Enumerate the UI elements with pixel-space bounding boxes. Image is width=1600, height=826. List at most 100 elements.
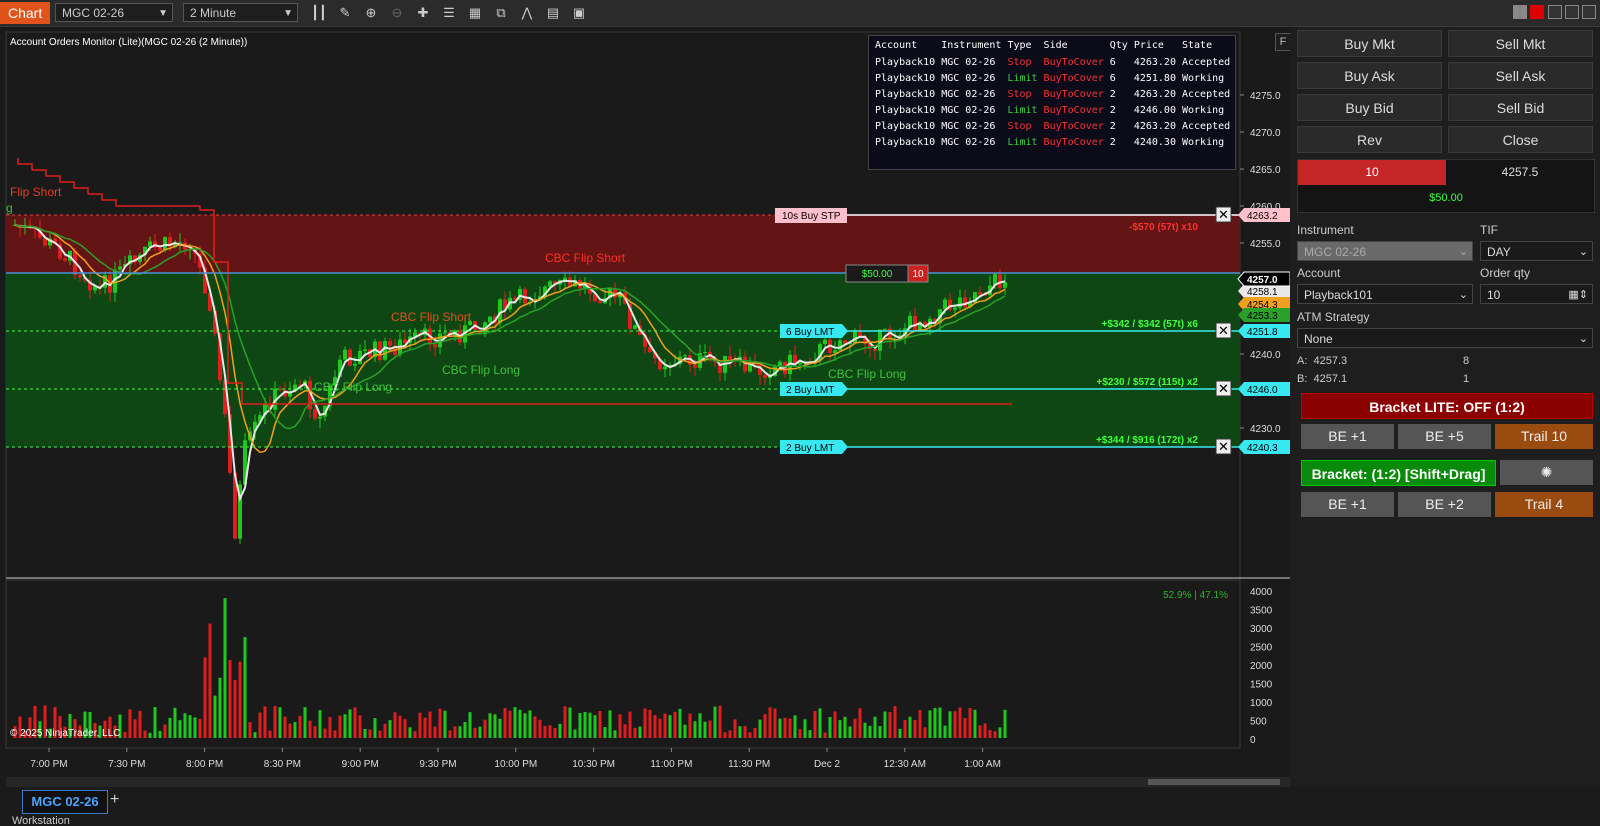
orders-cell: Accepted: [1181, 57, 1231, 68]
templates-icon[interactable]: ▤: [544, 4, 562, 22]
trail-10-button[interactable]: Trail 10: [1495, 424, 1593, 449]
orders-cell: MGC 02-26: [941, 121, 996, 132]
instrument-select[interactable]: MGC 02-26 ▼: [55, 3, 173, 22]
volume-bar: [378, 730, 382, 738]
volume-bar: [478, 726, 482, 738]
bracket-lite-toggle[interactable]: Bracket LITE: OFF (1:2): [1301, 393, 1593, 419]
copyright-text: © 2025 NinjaTrader, LLC: [10, 728, 120, 739]
volume-bar: [218, 677, 222, 738]
maximize-icon[interactable]: [1565, 5, 1579, 19]
stop-order-label[interactable]: 10s Buy STP: [775, 208, 847, 223]
chevron-down-icon: ⌄: [1578, 246, 1588, 258]
add-tab-button[interactable]: +: [110, 791, 119, 809]
volume-bar: [558, 723, 562, 738]
close-position-button[interactable]: Close: [1448, 126, 1593, 153]
cancel-limit3-button[interactable]: ✕: [1215, 438, 1232, 455]
volume-bar: [293, 722, 297, 738]
last-price-flag-text: 4257.0: [1247, 275, 1278, 286]
be-plus-5-button[interactable]: BE +5: [1398, 424, 1491, 449]
ask-label: A:: [1297, 355, 1308, 367]
orders-table-row[interactable]: Playback10 MGC 02-26 Stop BuyToCover 6 4263.2…: [875, 55, 1236, 71]
order-qty-input[interactable]: 10 ▦⇕: [1480, 284, 1593, 304]
orders-table-row[interactable]: Playback10 MGC 02-26 Stop BuyToCover 2 4263.2…: [875, 119, 1236, 135]
settings-button[interactable]: ✺: [1500, 460, 1593, 485]
volume-bar: [573, 729, 577, 738]
zoom-in-icon[interactable]: ⊕: [362, 4, 380, 22]
position-pnl-box[interactable]: $50.00 10: [845, 264, 929, 283]
link-color-icon[interactable]: [1513, 5, 1527, 19]
stop-price-flag: 4263.2: [1238, 208, 1290, 222]
chart-tab[interactable]: Chart: [0, 2, 51, 24]
zoom-out-icon[interactable]: ⊖: [388, 4, 406, 22]
data-box-icon[interactable]: ▣: [570, 4, 588, 22]
cancel-limit2-button[interactable]: ✕: [1215, 380, 1232, 397]
stepper-icon[interactable]: ▦⇕: [1568, 285, 1588, 305]
properties-icon[interactable]: ☰: [440, 4, 458, 22]
atm-strategy-select[interactable]: None ⌄: [1297, 328, 1593, 348]
buy-mkt-button[interactable]: Buy Mkt: [1297, 30, 1442, 57]
strategies-icon[interactable]: ⧉: [492, 4, 510, 22]
buy-bid-button[interactable]: Buy Bid: [1297, 94, 1442, 121]
volume-bar: [278, 707, 282, 738]
orders-table-header: Account Instrument Type Side Qty Price State: [875, 40, 1236, 55]
volume-bar: [313, 726, 317, 738]
bid-label: B:: [1297, 373, 1308, 385]
orders-table-row[interactable]: Playback10 MGC 02-26 Stop BuyToCover 2 4263.2…: [875, 87, 1236, 103]
volume-bar: [753, 728, 757, 738]
crosshair-icon[interactable]: ✚: [414, 4, 432, 22]
volume-bar: [423, 717, 427, 738]
be-plus-1-button[interactable]: BE +1: [1301, 424, 1394, 449]
volume-bar: [263, 706, 267, 738]
instrument-tab[interactable]: MGC 02-26: [22, 790, 108, 814]
flip-long-annotation: g: [6, 201, 13, 215]
cbc-flip-short-annotation: CBC Flip Short: [391, 310, 472, 324]
limit3-order-label[interactable]: 2 Buy LMT: [780, 440, 848, 454]
limit2-order-label[interactable]: 2 Buy LMT: [780, 382, 848, 396]
be-plus-1-button-2[interactable]: BE +1: [1301, 492, 1394, 517]
trail-4-button[interactable]: Trail 4: [1495, 492, 1593, 517]
sell-mkt-button[interactable]: Sell Mkt: [1448, 30, 1593, 57]
cancel-limit1-button[interactable]: ✕: [1215, 322, 1232, 339]
candle-body: [663, 366, 667, 370]
interval-select[interactable]: 2 Minute ▼: [183, 3, 298, 22]
bar-type-icon[interactable]: ┃┃: [310, 4, 328, 22]
candle-body: [633, 325, 637, 329]
alert-color-icon[interactable]: [1530, 5, 1544, 19]
volume-bar: [428, 711, 432, 738]
instrument-select[interactable]: MGC 02-26 ⌄: [1297, 241, 1473, 261]
orders-table-row[interactable]: Playback10 MGC 02-26 Limit BuyToCover 6 4251.…: [875, 71, 1236, 87]
chart-trader-icon[interactable]: ⋀: [518, 4, 536, 22]
be-plus-2-button[interactable]: BE +2: [1398, 492, 1491, 517]
limit1-order-label[interactable]: 6 Buy LMT: [780, 324, 848, 338]
position-avg-price: 4257.5: [1501, 165, 1539, 179]
sell-ask-button[interactable]: Sell Ask: [1448, 62, 1593, 89]
chart-scrollbar[interactable]: [6, 777, 1290, 787]
volume-bar: [883, 711, 887, 738]
close-icon: ✕: [1218, 323, 1229, 338]
f-button[interactable]: F: [1275, 33, 1291, 51]
sell-bid-button[interactable]: Sell Bid: [1448, 94, 1593, 121]
tif-select[interactable]: DAY ⌄: [1480, 241, 1593, 261]
volume-bar: [258, 712, 262, 738]
indicators-icon[interactable]: ▦: [466, 4, 484, 22]
reverse-button[interactable]: Rev: [1297, 126, 1442, 153]
volume-bar: [628, 711, 632, 738]
price-tick-label: 4230.0: [1250, 424, 1281, 435]
orders-cell: 6: [1109, 57, 1116, 68]
scrollbar-thumb[interactable]: [1148, 779, 1280, 785]
account-select[interactable]: Playback101 ⌄: [1297, 284, 1473, 304]
bid-size: 1: [1463, 373, 1470, 385]
minimize-icon[interactable]: [1548, 5, 1562, 19]
candle-body: [158, 247, 162, 251]
bracket-button[interactable]: Bracket: (1:2) [Shift+Drag]: [1301, 460, 1496, 486]
volume-bar: [778, 718, 782, 738]
draw-pencil-icon[interactable]: ✎: [336, 4, 354, 22]
volume-bar: [543, 725, 547, 738]
candle-body: [763, 374, 767, 378]
close-icon[interactable]: [1582, 5, 1596, 19]
orders-table-row[interactable]: Playback10 MGC 02-26 Limit BuyToCover 2 4246.…: [875, 103, 1236, 119]
buy-ask-button[interactable]: Buy Ask: [1297, 62, 1442, 89]
cancel-stop-button[interactable]: ✕: [1215, 206, 1232, 223]
flip-short-annotation: Flip Short: [10, 185, 62, 199]
orders-table-row[interactable]: Playback10 MGC 02-26 Limit BuyToCover 2 4240.…: [875, 135, 1236, 151]
